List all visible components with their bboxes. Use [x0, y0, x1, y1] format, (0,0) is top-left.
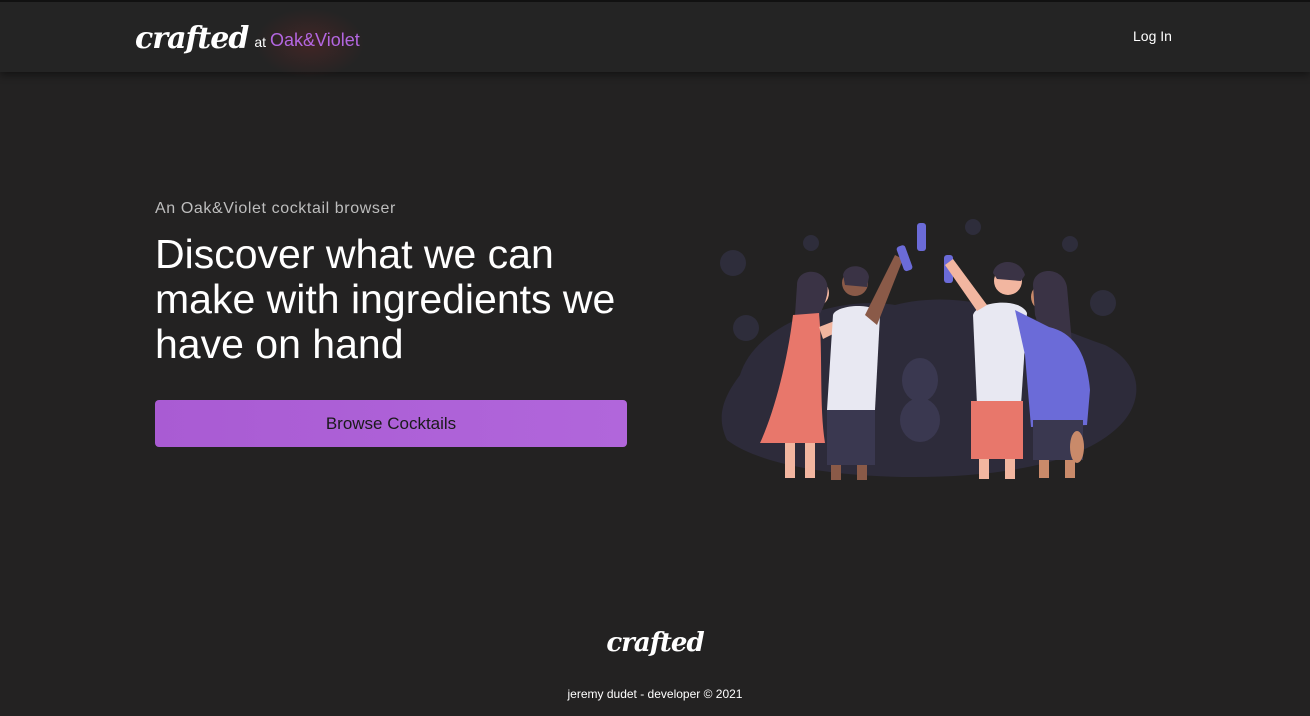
footer-credit: jeremy dudet - developer © 2021	[567, 687, 743, 701]
brand-logo-link[interactable]: crafted at Oak&Violet	[135, 14, 360, 62]
crafted-logo: crafted	[135, 20, 249, 56]
brand-at-text: at	[254, 34, 267, 50]
dot-3	[733, 315, 759, 341]
login-link[interactable]: Log In	[1133, 28, 1172, 44]
footer-crafted-logo: crafted	[606, 628, 704, 658]
tree-bottom	[900, 398, 940, 442]
tree-top	[902, 358, 938, 402]
dot-2	[803, 235, 819, 251]
browse-cocktails-button[interactable]: Browse Cocktails	[155, 400, 627, 447]
raised-bottles	[896, 223, 953, 283]
hero-section: An Oak&Violet cocktail browser Discover …	[155, 200, 635, 367]
friends-toasting-illustration	[720, 219, 1137, 480]
dot-4	[965, 219, 981, 235]
dot-6	[1090, 290, 1116, 316]
top-navbar: crafted at Oak&Violet Log In	[0, 0, 1310, 78]
dot-1	[720, 250, 746, 276]
hero-eyebrow: An Oak&Violet cocktail browser	[155, 200, 396, 217]
dot-5	[1062, 236, 1078, 252]
hero-headline: Discover what we can make with ingredien…	[155, 231, 616, 367]
brand-name: Oak&Violet	[270, 30, 360, 50]
